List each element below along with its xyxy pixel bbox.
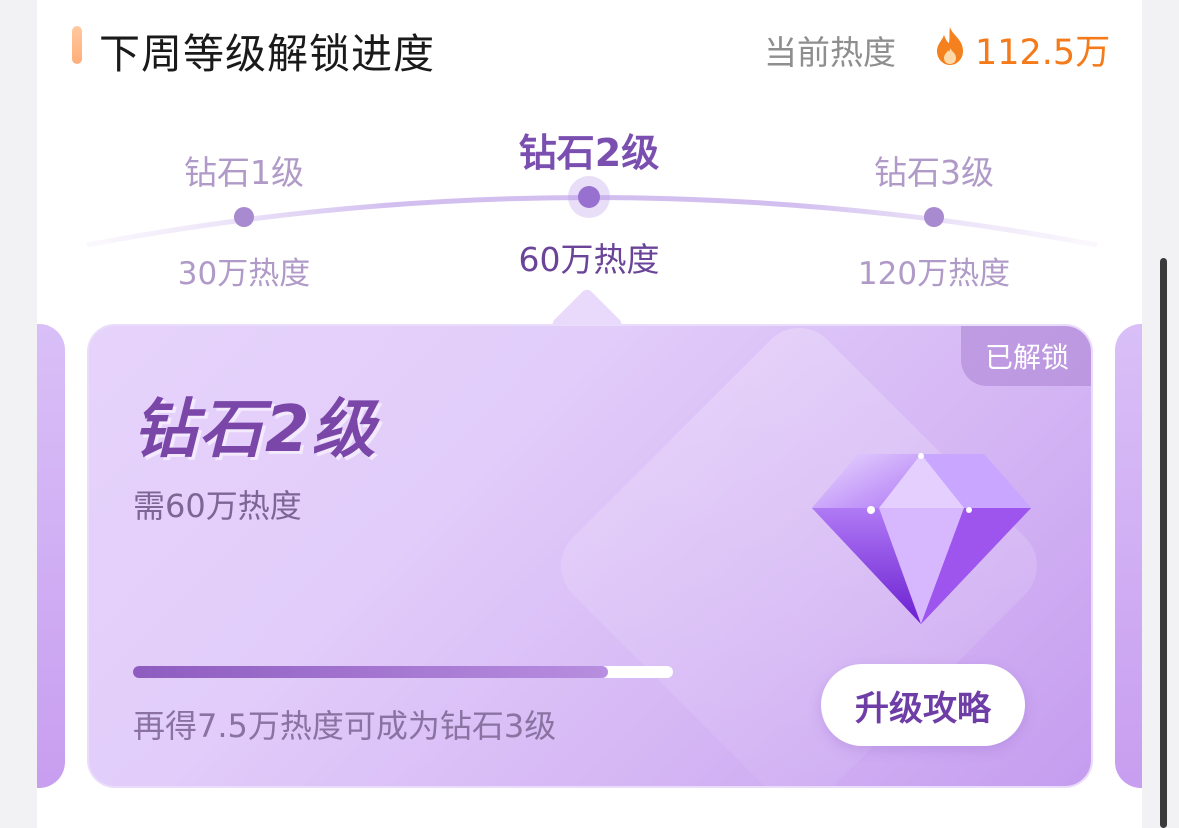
tier-3-heat: 120万热度	[857, 256, 1011, 292]
tier-card: 已解锁 钻石2级 需60万热度 再得7.5万热度可成为钻石3级 升级攻略	[87, 324, 1093, 788]
previous-tier-card[interactable]	[37, 324, 65, 788]
next-tier-card[interactable]	[1115, 324, 1142, 788]
level-progress-panel: 下周等级解锁进度 当前热度 112.5万 钻石1级 30万热度 钻石2级 60万…	[37, 0, 1142, 828]
tier-timeline: 钻石1级 30万热度 钻石2级 60万热度 钻石3级 120万热度	[37, 0, 1142, 310]
card-requirement: 需60万热度	[133, 487, 302, 525]
upgrade-hint: 再得7.5万热度可成为钻石3级	[133, 707, 557, 745]
upgrade-guide-button[interactable]: 升级攻略	[821, 664, 1025, 746]
tier-1-heat: 30万热度	[177, 256, 311, 292]
scrollbar[interactable]	[1160, 258, 1167, 828]
card-level-title: 钻石2级	[133, 393, 378, 467]
tier-2-name[interactable]: 钻石2级	[519, 122, 659, 177]
tier-2-dot	[578, 186, 600, 208]
tier-1-dot	[234, 207, 254, 227]
progress-bar-fill	[133, 666, 609, 678]
status-badge: 已解锁	[960, 326, 1091, 386]
tier-1-name[interactable]: 钻石1级	[184, 146, 304, 194]
tier-2-heat: 60万热度	[518, 240, 660, 279]
tier-3-dot	[924, 207, 944, 227]
diamond-gem-icon	[812, 453, 1031, 624]
progress-bar	[133, 666, 673, 678]
tier-3-name[interactable]: 钻石3级	[874, 146, 994, 194]
